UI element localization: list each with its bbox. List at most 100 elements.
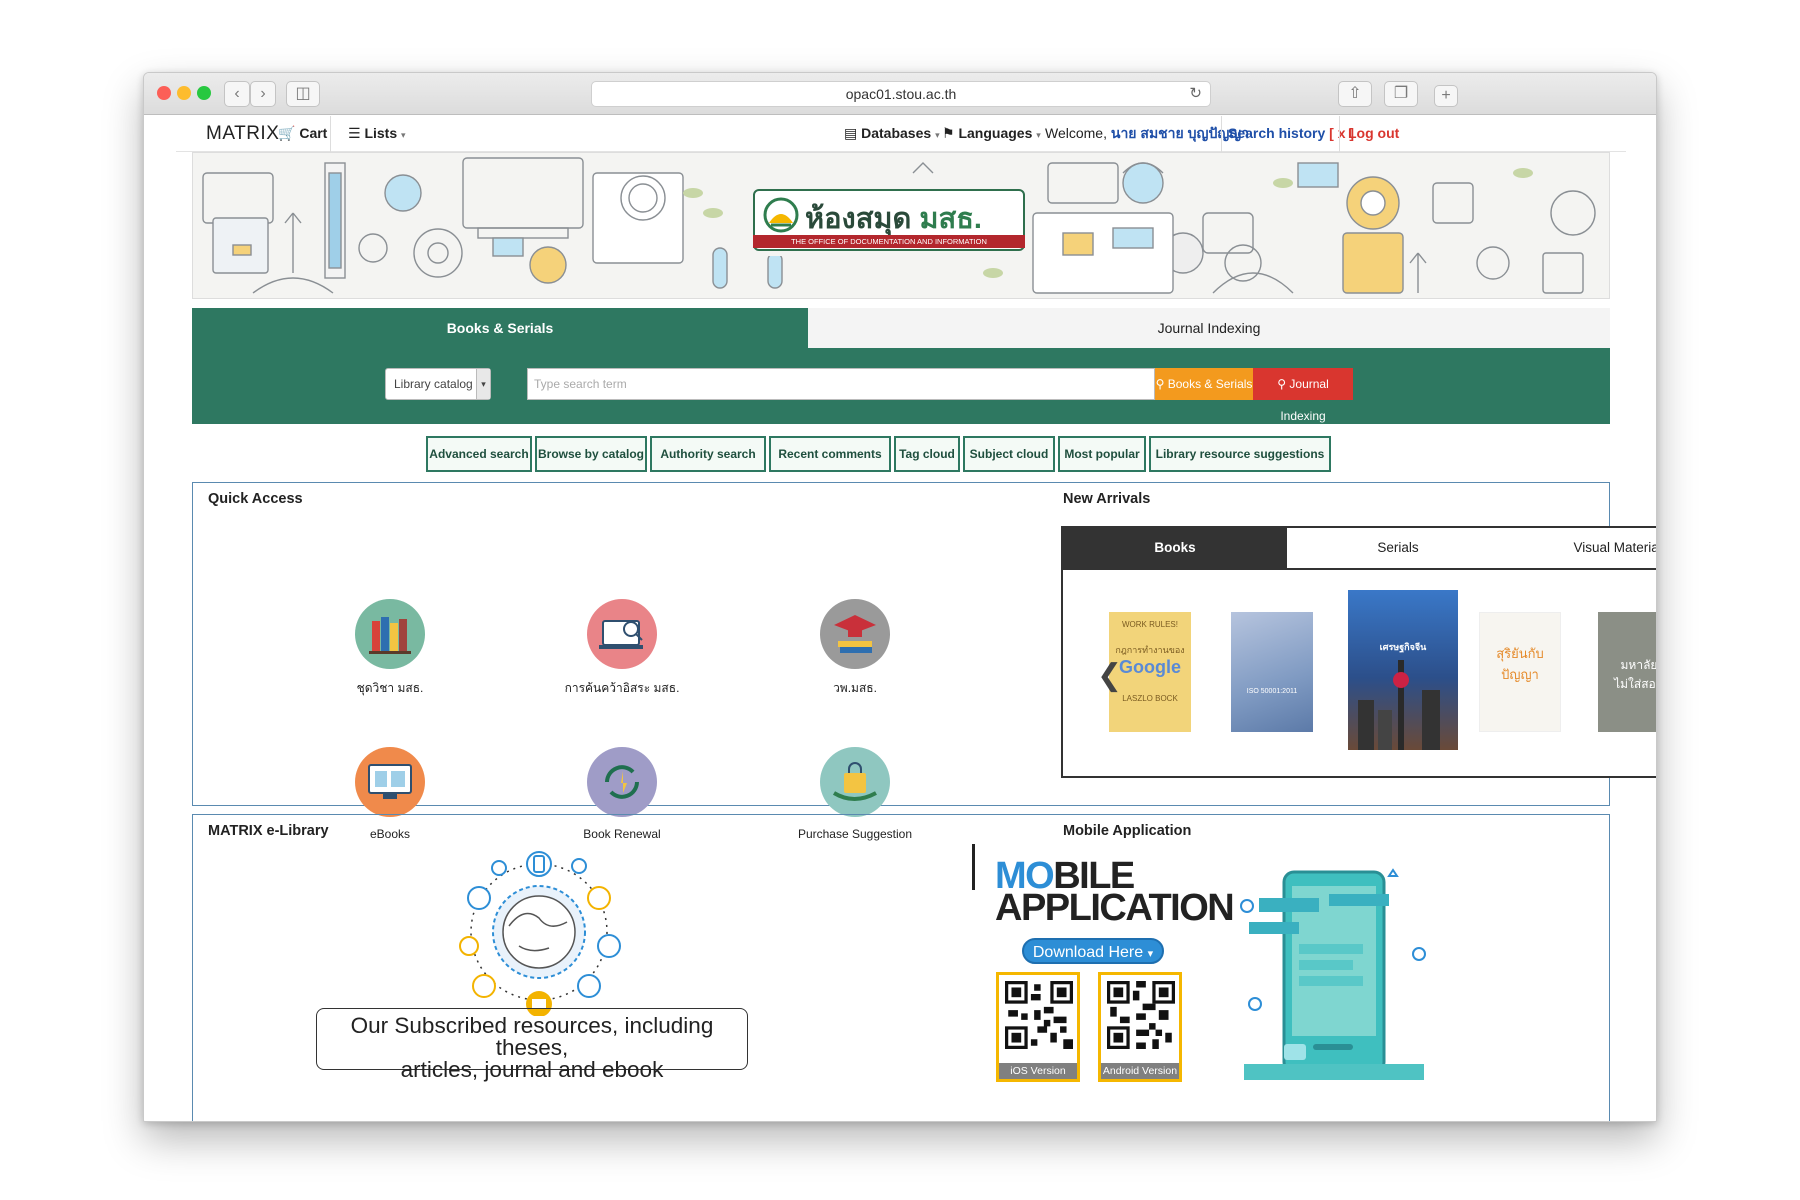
sidebar-icon[interactable]: ◫ [286, 81, 320, 107]
library-resource-suggestions-link[interactable]: Library resource suggestions [1149, 436, 1331, 472]
tab-books-serials[interactable]: Books & Serials [192, 308, 808, 348]
quick-access-label: วพ.มสธ. [833, 681, 877, 695]
tag-cloud-link[interactable]: Tag cloud [894, 436, 960, 472]
cover-text: สุริยันกับปัญญา [1496, 646, 1544, 682]
browser-titlebar: ‹ › ◫ opac01.stou.ac.th ↻ ⇧ ❐ + [144, 73, 1656, 115]
book-cover[interactable]: สุริยันกับปัญญา [1479, 612, 1561, 732]
minimize-dot[interactable] [177, 86, 191, 100]
search-journal-button[interactable]: ⚲ Journal Indexing [1253, 368, 1353, 423]
select-caret-icon: ▾ [476, 369, 490, 399]
tab-underline [1063, 568, 1656, 570]
zoom-dot[interactable] [197, 86, 211, 100]
graduation-cap-icon [820, 599, 890, 669]
network-globe-icon[interactable] [439, 846, 639, 1016]
most-popular-link[interactable]: Most popular [1058, 436, 1146, 472]
search-tabs: Books & Serials Journal Indexing [192, 308, 1610, 348]
logo-title-b: มสธ. [919, 203, 982, 235]
books-icon [355, 599, 425, 669]
brand-logo[interactable]: MATRIX [206, 116, 279, 152]
qr-android[interactable]: Android Version [1098, 972, 1182, 1082]
download-button[interactable]: Download Here ▾ [1022, 938, 1164, 964]
database-icon: ▤ [844, 125, 858, 141]
ebook-icon [355, 747, 425, 817]
elibrary-title: MATRIX e-Library [208, 823, 329, 839]
search-books-label: Books & Serials [1167, 377, 1253, 391]
divider [1339, 116, 1340, 152]
browse-by-catalog-link[interactable]: Browse by catalog [535, 436, 647, 472]
caption-line: articles, journal and ebook [400, 1057, 664, 1082]
lists-label: Lists [364, 125, 398, 141]
url-text: opac01.stou.ac.th [845, 86, 957, 102]
book-cover[interactable]: มหาลัย ไม่ใส่สอน [1598, 612, 1656, 732]
cover-text: ISO 50001:2011 [1246, 688, 1298, 695]
share-icon[interactable]: ⇧ [1338, 81, 1372, 107]
search-history-label: Search history [1228, 125, 1326, 141]
languages-dropdown[interactable]: ⚑ Languages ▾ [942, 116, 1041, 152]
databases-dropdown[interactable]: ▤ Databases ▾ [844, 116, 940, 152]
lists-dropdown[interactable]: ☰ Lists ▾ [348, 116, 406, 152]
list-icon: ☰ [348, 125, 361, 141]
download-label: Download Here [1032, 944, 1144, 961]
reload-icon[interactable]: ↻ [1189, 82, 1202, 106]
elibrary-caption[interactable]: Our Subscribed resources, including thes… [316, 1008, 748, 1081]
cart-link[interactable]: 🛒 Cart [278, 116, 327, 152]
qr-code-icon [1005, 981, 1073, 1049]
book-cover[interactable]: เศรษฐกิจจีน [1348, 590, 1458, 750]
browser-window: ‹ › ◫ opac01.stou.ac.th ↻ ⇧ ❐ + MATRIX 🛒… [143, 72, 1657, 1122]
new-arrivals-title: New Arrivals [1063, 491, 1151, 507]
library-logo[interactable]: ห้องสมุด มสธ. THE OFFICE OF DOCUMENTATIO… [753, 189, 1025, 251]
advanced-search-link[interactable]: Advanced search [426, 436, 532, 472]
quick-access-item[interactable]: ชุดวิชา มสธ. [305, 599, 475, 698]
authority-search-link[interactable]: Authority search [650, 436, 766, 472]
subject-cloud-link[interactable]: Subject cloud [963, 436, 1055, 472]
logo-subtitle: THE OFFICE OF DOCUMENTATION AND INFORMAT… [753, 235, 1025, 248]
book-cover[interactable]: ISO 50001:2011 [1231, 612, 1313, 732]
caret-down-icon: ▾ [1036, 130, 1041, 140]
tabs-icon[interactable]: ❐ [1384, 81, 1418, 107]
search-books-button[interactable]: ⚲ Books & Serials [1155, 368, 1253, 400]
logo-mark-icon [763, 197, 799, 233]
quick-access-label: ชุดวิชา มสธ. [356, 681, 424, 695]
address-bar[interactable]: opac01.stou.ac.th ↻ [591, 81, 1211, 107]
catalog-select-value: Library catalog [394, 377, 473, 391]
catalog-select[interactable]: Library catalog ▾ [385, 368, 491, 400]
new-tab-icon[interactable]: + [1434, 85, 1458, 107]
cover-text: LASZLO BOCK [1122, 694, 1178, 703]
tab-new-books[interactable]: Books [1063, 528, 1287, 568]
quick-access-title: Quick Access [208, 491, 303, 507]
back-icon[interactable]: ‹ [224, 81, 250, 107]
top-navbar: MATRIX 🛒 Cart ☰ Lists ▾ ▤ Databases ▾ ⚑ … [176, 116, 1626, 152]
page: MATRIX 🛒 Cart ☰ Lists ▾ ▤ Databases ▾ ⚑ … [144, 116, 1656, 1121]
mobile-headline-2: APPLICATION [995, 887, 1235, 929]
welcome-text: Welcome, นาย สมชาย บุญปัญญา [1045, 116, 1249, 152]
tab-new-serials[interactable]: Serials [1287, 528, 1509, 568]
logo-title-a: ห้องสมุด [805, 203, 912, 235]
carousel-prev-icon[interactable]: ❮ [1097, 658, 1122, 693]
forward-icon[interactable]: › [250, 81, 276, 107]
search-icon: ⚲ [1277, 377, 1287, 391]
smartphone-illustration-icon [1240, 868, 1426, 1080]
cart-icon: 🛒 [278, 125, 296, 141]
quick-access-item[interactable]: วพ.มสธ. [770, 599, 940, 698]
caption-line: Our Subscribed resources, including thes… [350, 1013, 714, 1060]
cover-text: ไม่ใส่สอน [1614, 677, 1656, 691]
search-history-link[interactable]: Search history [ x ] [1228, 116, 1354, 152]
caret-down-icon: ▾ [1147, 948, 1154, 960]
headline-bar [972, 844, 975, 890]
qr-ios[interactable]: iOS Version [996, 972, 1080, 1082]
divider [330, 116, 331, 152]
divider [1221, 116, 1222, 152]
mobile-app-title: Mobile Application [1063, 823, 1192, 839]
new-arrivals-panel: Books Serials Visual Materials WORK RULE… [1061, 526, 1656, 778]
tab-new-visual-materials[interactable]: Visual Materials [1509, 528, 1656, 568]
quick-access-item[interactable]: การค้นคว้าอิสระ มสธ. [537, 599, 707, 698]
recent-comments-link[interactable]: Recent comments [769, 436, 891, 472]
search-journal-label: Journal Indexing [1280, 377, 1329, 423]
close-dot[interactable] [157, 86, 171, 100]
renew-icon [587, 747, 657, 817]
tab-journal-indexing[interactable]: Journal Indexing [808, 308, 1610, 348]
welcome-prefix: Welcome, [1045, 125, 1107, 141]
logout-link[interactable]: Log out [1348, 116, 1399, 152]
search-input[interactable]: Type search term [527, 368, 1155, 400]
caret-down-icon: ▾ [935, 130, 940, 140]
